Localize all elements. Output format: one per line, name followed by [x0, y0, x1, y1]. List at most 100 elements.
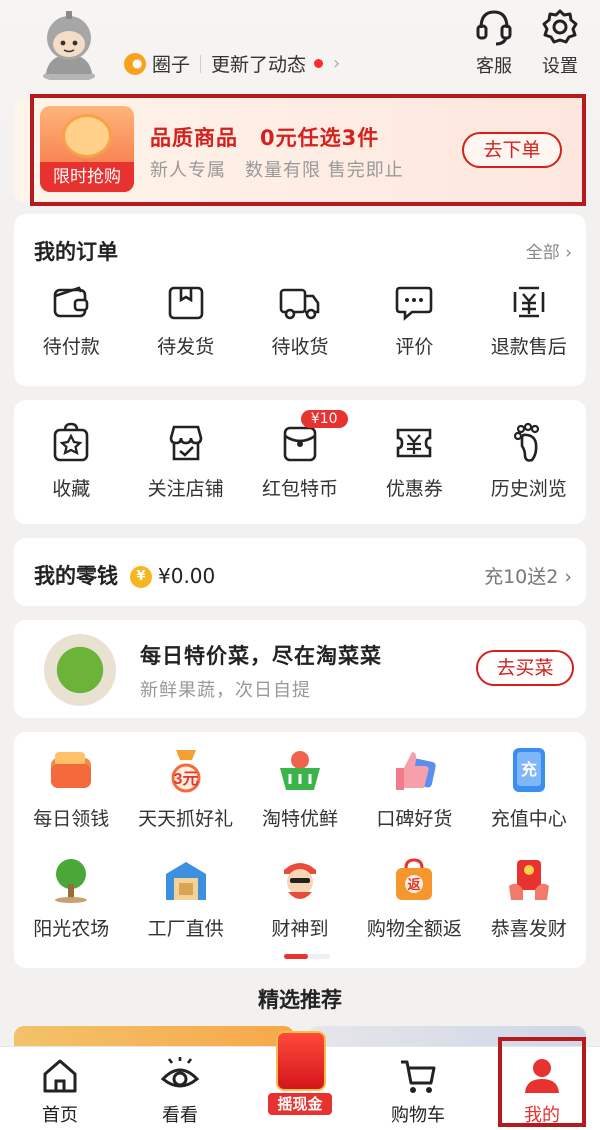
- nav-home[interactable]: 首页: [20, 1057, 100, 1127]
- service-label: 恭喜发财: [490, 918, 567, 940]
- shortcuts-card: 收藏 关注店铺 ¥10 红包特币 优惠券 历史浏览: [14, 400, 586, 524]
- order-status-row: 待付款 待发货 待收货 评价 退款售后: [14, 282, 586, 359]
- claw-gift-service[interactable]: 3元 天天抓好礼: [128, 746, 242, 831]
- place-order-button[interactable]: 去下单: [462, 132, 562, 168]
- fresh-produce-service[interactable]: 淘特优鲜: [243, 746, 357, 831]
- service-label: 购物全额返: [366, 918, 462, 940]
- comment-icon: [396, 286, 433, 321]
- cart-icon: [401, 1060, 436, 1093]
- service-label: 阳光农场: [33, 918, 110, 940]
- basket-icon: [276, 746, 324, 794]
- orders-card: 我的订单 全部 › 待付款 待发货 待收货 评价 退款售后: [14, 214, 586, 386]
- order-review[interactable]: 评价: [357, 282, 471, 359]
- order-pending-payment[interactable]: 待付款: [14, 282, 128, 359]
- eye-icon: [160, 1057, 200, 1088]
- all-orders-label: 全部: [525, 243, 560, 263]
- warehouse-icon: [162, 856, 210, 904]
- thumb-icon: [390, 746, 438, 794]
- daily-money-service[interactable]: 每日领钱: [14, 746, 128, 831]
- footprint-icon: [513, 422, 539, 462]
- service-label: 充值中心: [490, 808, 567, 830]
- full-cashback-service[interactable]: 返 购物全额返: [357, 856, 471, 941]
- divider: [200, 54, 202, 73]
- nav-home-label: 首页: [42, 1105, 78, 1126]
- claw-icon: 3元: [162, 746, 210, 794]
- avatar[interactable]: [36, 8, 102, 82]
- claw-mark: 3元: [173, 771, 198, 788]
- red-envelope-icon: [276, 1031, 326, 1091]
- gear-icon: [542, 9, 578, 44]
- recharge-center-service[interactable]: 充 充值中心: [472, 746, 586, 831]
- recharge-mark: 充: [521, 760, 537, 779]
- nav-cart-label: 购物车: [391, 1105, 445, 1126]
- coupons-shortcut[interactable]: 优惠券: [357, 422, 471, 501]
- shortcuts-row: 收藏 关注店铺 ¥10 红包特币 优惠券 历史浏览: [14, 410, 586, 501]
- fortune-service[interactable]: 恭喜发财: [472, 856, 586, 941]
- flash-sale-tag: 限时抢购: [40, 162, 134, 192]
- service-label: 天天抓好礼: [138, 808, 234, 830]
- gift-hands-icon: [505, 856, 553, 904]
- order-item-label: 待收货: [271, 336, 329, 358]
- order-pending-shipment[interactable]: 待发货: [128, 282, 242, 359]
- shortcut-label: 收藏: [52, 478, 91, 500]
- promo-banner[interactable]: 限时抢购 品质商品 0元任选3件 新人专属 数量有限 售完即止 去下单: [14, 98, 586, 202]
- recharge-promo-label: 充10送2: [484, 566, 559, 588]
- favorites-shortcut[interactable]: 收藏: [14, 422, 128, 501]
- sunshine-farm-service[interactable]: 阳光农场: [14, 856, 128, 941]
- recommend-item-image[interactable]: [14, 1026, 294, 1046]
- red-packet-coins-shortcut[interactable]: ¥10 红包特币: [243, 410, 357, 501]
- phone-icon: 充: [505, 746, 553, 794]
- settings-label: 设置: [542, 56, 578, 77]
- return-bag-icon: 返: [390, 856, 438, 904]
- customer-service-button[interactable]: 客服: [466, 6, 522, 78]
- wallet-card[interactable]: 我的零钱 ¥ ¥0.00 充10送2 ›: [14, 538, 586, 606]
- chevron-right-icon: ›: [333, 53, 341, 74]
- reputation-goods-service[interactable]: 口碑好货: [357, 746, 471, 831]
- wallet-icon: [53, 286, 89, 318]
- recommend-title: 精选推荐: [258, 988, 342, 1012]
- services-row-1: 每日领钱 3元 天天抓好礼 淘特优鲜 口碑好货 充 充值中心: [14, 746, 586, 831]
- shortcut-label: 优惠券: [385, 478, 443, 500]
- coin-icon: ¥: [130, 566, 152, 588]
- wallet-amount: ¥0.00: [158, 564, 216, 588]
- god-of-wealth-service[interactable]: 财神到: [243, 856, 357, 941]
- package-icon: [168, 286, 203, 320]
- circle-feed-link[interactable]: 圈子 更新了动态 ›: [124, 50, 340, 77]
- order-item-label: 评价: [395, 336, 434, 358]
- followed-stores-shortcut[interactable]: 关注店铺: [128, 422, 242, 501]
- service-label: 每日领钱: [33, 808, 110, 830]
- service-label: 淘特优鲜: [261, 808, 338, 830]
- all-orders-link[interactable]: 全部 ›: [526, 238, 572, 263]
- wallet-row: 我的零钱 ¥ ¥0.00: [34, 560, 215, 590]
- nav-shake-cash[interactable]: 摇现金: [268, 1031, 332, 1115]
- red-packet-icon: [283, 426, 317, 462]
- nav-watch[interactable]: 看看: [140, 1057, 220, 1127]
- order-item-label: 待发货: [157, 336, 215, 358]
- shortcut-label: 红包特币: [261, 478, 338, 500]
- chevron-right-icon: ›: [564, 566, 572, 588]
- update-text: 更新了动态: [211, 54, 307, 76]
- service-label: 口碑好货: [376, 808, 453, 830]
- tree-icon: [47, 856, 95, 904]
- factory-direct-service[interactable]: 工厂直供: [128, 856, 242, 941]
- order-item-label: 待付款: [42, 336, 100, 358]
- nav-cash-label: 摇现金: [268, 1093, 332, 1115]
- recharge-promo-link[interactable]: 充10送2 ›: [484, 562, 572, 589]
- headset-icon: [476, 10, 512, 46]
- truck-icon: [279, 288, 320, 320]
- order-pending-receipt[interactable]: 待收货: [243, 282, 357, 359]
- grocery-title: 每日特价菜，尽在淘菜菜: [140, 644, 382, 668]
- circle-icon: [124, 52, 146, 75]
- green-beans-image: [44, 634, 116, 706]
- buy-groceries-button[interactable]: 去买菜: [476, 650, 574, 686]
- refund-icon: [513, 286, 545, 318]
- settings-button[interactable]: 设置: [532, 6, 588, 78]
- grocery-card[interactable]: 每日特价菜，尽在淘菜菜 新鲜果蔬，次日自提 去买菜: [14, 620, 586, 718]
- bonus-badge: ¥10: [300, 410, 348, 428]
- order-refund[interactable]: 退款售后: [472, 282, 586, 359]
- home-icon: [43, 1059, 77, 1093]
- history-shortcut[interactable]: 历史浏览: [472, 422, 586, 501]
- services-card: 每日领钱 3元 天天抓好礼 淘特优鲜 口碑好货 充 充值中心 阳光农场 工厂直供: [14, 732, 586, 968]
- nav-cart[interactable]: 购物车: [378, 1057, 458, 1127]
- shortcut-label: 历史浏览: [490, 478, 567, 500]
